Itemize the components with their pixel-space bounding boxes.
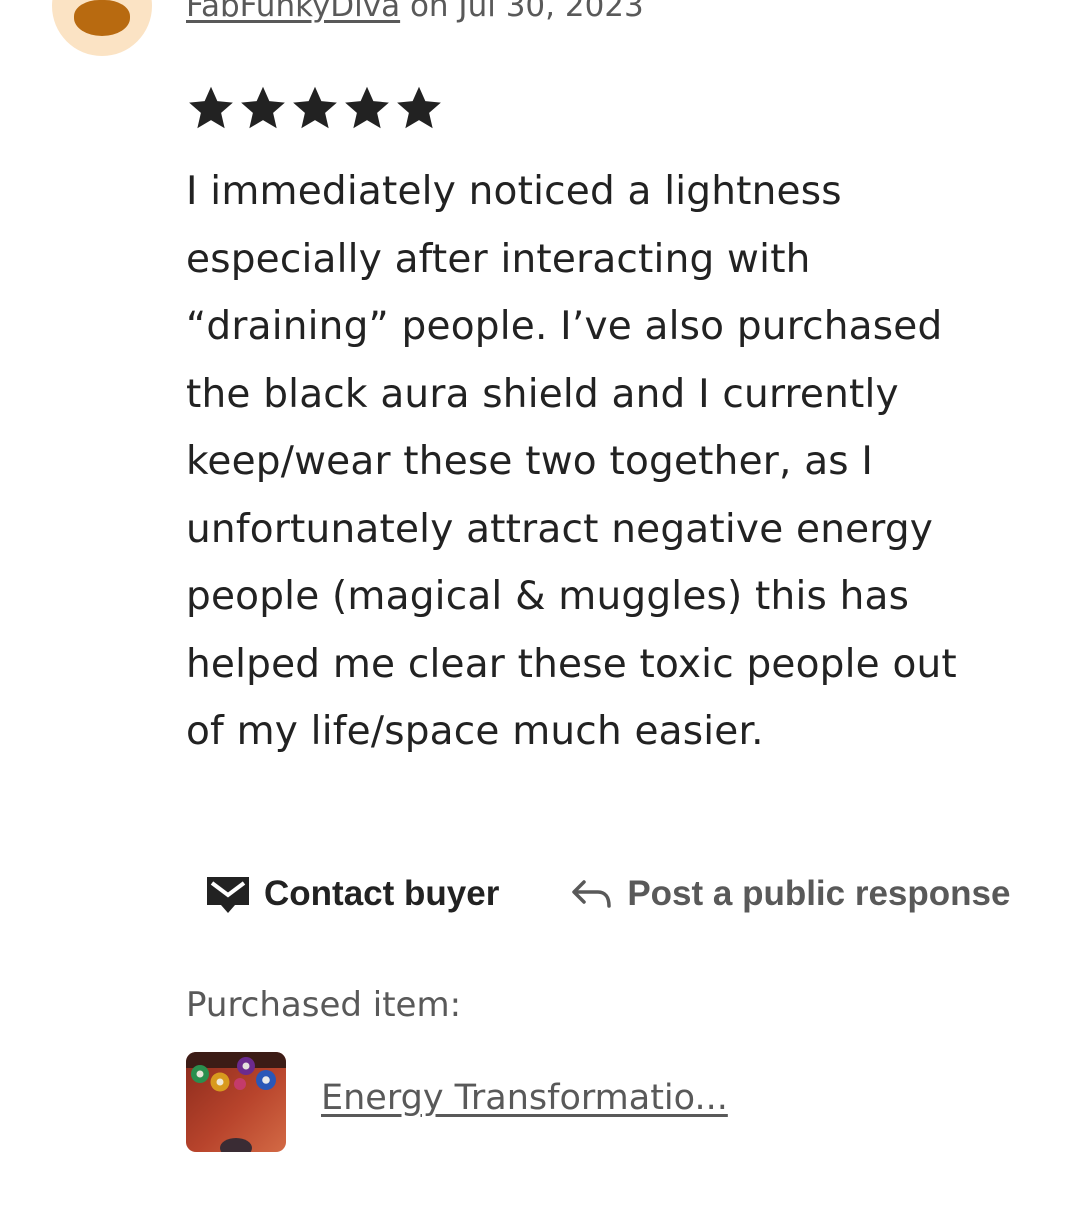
contact-buyer-button[interactable]: Contact buyer [206,874,499,914]
purchased-item-thumbnail[interactable] [186,1052,286,1152]
star-icon [394,82,444,134]
star-icon [290,82,340,134]
review-text: I immediately noticed a lightness especi… [186,158,1046,766]
post-public-response-button[interactable]: Post a public response [571,874,1010,914]
review-text-line: keep/wear these two together, as I [186,439,874,484]
review-text-line: especially after interacting with [186,236,811,282]
avatar-figure [74,0,130,36]
review-text-line: unfortunately attract negative energy [186,506,934,552]
envelope-icon [206,874,250,914]
contact-buyer-label: Contact buyer [264,874,500,913]
review-actions: Contact buyer Post a public response [206,874,1010,914]
purchased-item-label: Purchased item: [186,985,462,1025]
star-icon [186,82,236,134]
reply-arrow-icon [571,876,613,912]
post-public-response-label: Post a public response [627,874,1011,913]
star-icon [342,82,392,134]
reviewer-line: FabFunkyDiva on Jul 30, 2023 [186,0,644,24]
star-rating [186,82,444,134]
review-text-line: “draining” people. I’ve also purchased [186,304,943,349]
review-text-line: people (magical & muggles) this has [186,574,910,619]
review-text-line: the black aura shield and I currently [186,371,899,417]
review-date: on Jul 30, 2023 [400,0,644,24]
review-text-line: of my life/space much easier. [186,709,764,754]
reviewer-name-link[interactable]: FabFunkyDiva [186,0,400,24]
reviewer-avatar[interactable] [52,0,152,56]
star-icon [238,82,288,134]
review-text-line: I immediately noticed a lightness [186,169,842,214]
review-text-line: helped me clear these toxic people out [186,641,957,687]
purchased-item-link[interactable]: Energy Transformatio... [321,1078,728,1118]
